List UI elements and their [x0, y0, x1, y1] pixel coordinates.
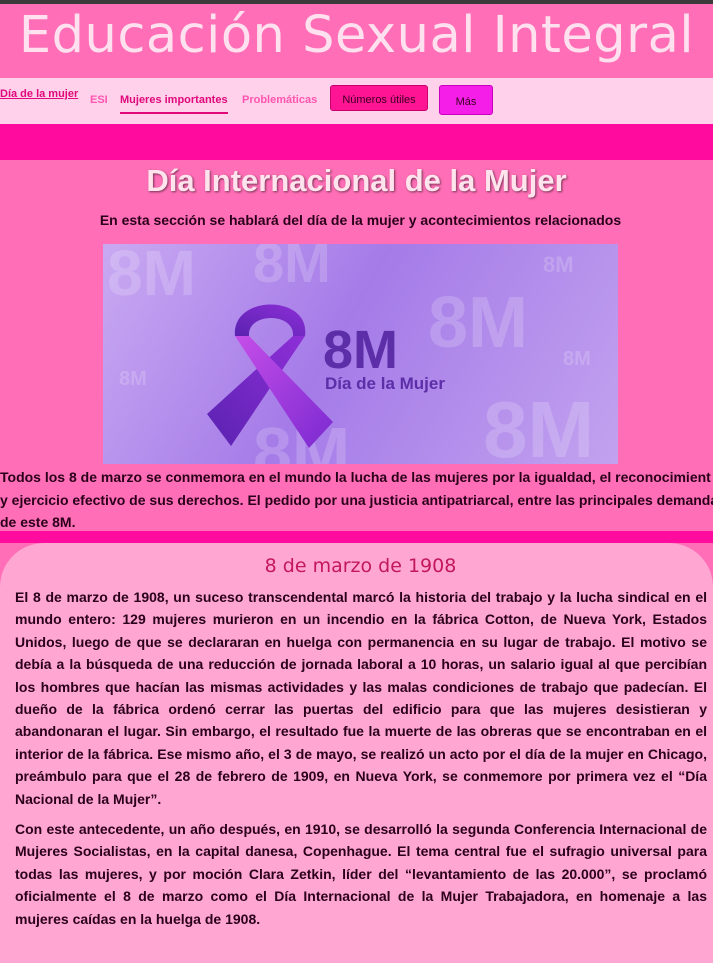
banner-image: 8M 8M 8M 8M 8M 8M 8M 8M 8M Día de la Muj… — [103, 244, 618, 464]
watermark-text: 8M — [543, 252, 574, 277]
watermark-text: 8M — [483, 385, 595, 464]
watermark-text: 8M — [107, 244, 196, 309]
watermark-text: 8M — [563, 348, 591, 370]
mas-info-button[interactable]: Más info — [439, 85, 493, 138]
section-title: 8 de marzo de 1908 — [264, 555, 457, 577]
nav-link-dia-de-la-mujer[interactable]: Día de la mujer — [0, 88, 78, 100]
intro-line: y ejercicio efectivo de sus derechos. El… — [0, 491, 713, 508]
accent-bar — [0, 531, 713, 543]
watermark-text: 8M — [428, 283, 529, 363]
accent-bar — [0, 124, 713, 160]
intro-line: Todos los 8 de marzo se conmemora en el … — [0, 469, 711, 485]
page-title: Día Internacional de la Mujer — [146, 163, 567, 198]
banner-caption: Día de la Mujer — [325, 374, 445, 393]
watermark-text: 8M — [119, 368, 147, 390]
numeros-utiles-button[interactable]: Números útiles — [330, 85, 428, 111]
ribbon-icon — [207, 304, 333, 448]
intro-line: de este 8M. — [0, 514, 76, 528]
navbar: Día de la mujer ESI Mujeres importantes … — [0, 78, 713, 138]
paragraph: Con este antecedente, un año después, en… — [15, 821, 707, 927]
nav-link-mujeres-importantes[interactable]: Mujeres importantes — [120, 94, 228, 114]
page-subtitle: En esta sección se hablará del día de la… — [99, 212, 622, 228]
intro-text: Todos los 8 de marzo se conmemora en el … — [0, 466, 713, 528]
nav-link-esi[interactable]: ESI — [90, 94, 108, 106]
banner-big-text: 8M — [323, 320, 399, 380]
nav-link-problematicas[interactable]: Problemáticas — [242, 94, 317, 106]
site-title: Educación Sexual Integral — [18, 6, 695, 65]
paragraph: El 8 de marzo de 1908, un suceso transce… — [15, 589, 707, 807]
